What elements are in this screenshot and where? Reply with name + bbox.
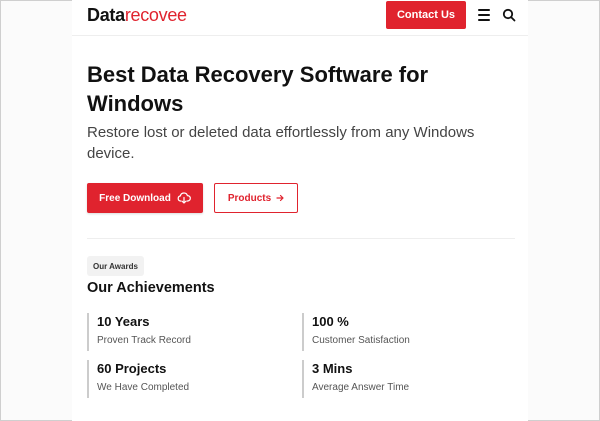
- stat-value: 60 Projects: [97, 361, 167, 376]
- stat-item: 60 Projects We Have Completed: [87, 360, 267, 398]
- stat-item: 100 % Customer Satisfaction: [302, 313, 482, 351]
- achievements-title: Our Achievements: [87, 280, 215, 296]
- page: Datarecovee Contact Us Best Data Recover…: [72, 0, 528, 421]
- stat-label: Customer Satisfaction: [312, 335, 410, 346]
- stat-value: 100 %: [312, 314, 349, 329]
- hamburger-menu-icon[interactable]: [478, 9, 490, 21]
- stat-item: 10 Years Proven Track Record: [87, 313, 267, 351]
- stat-label: Average Answer Time: [312, 382, 410, 393]
- site-header: Datarecovee Contact Us: [72, 0, 528, 36]
- stat-label: Proven Track Record: [97, 335, 191, 346]
- site-logo[interactable]: Datarecovee: [87, 5, 187, 26]
- cloud-download-icon: [177, 192, 191, 204]
- awards-badge: Our Awards: [87, 256, 144, 276]
- logo-text-recovee: recovee: [124, 5, 187, 25]
- stat-value: 3 Mins: [312, 361, 353, 376]
- hero-subtitle: Restore lost or deleted data effortlessl…: [87, 124, 475, 162]
- contact-us-button[interactable]: Contact Us: [386, 1, 466, 29]
- logo-text-data: Data: [87, 5, 125, 25]
- page-title: Best Data Recovery Software for Windows: [87, 62, 429, 116]
- search-icon[interactable]: [502, 8, 516, 22]
- stat-label: We Have Completed: [97, 382, 190, 393]
- free-download-label: Free Download: [99, 192, 171, 204]
- stat-value: 10 Years: [97, 314, 150, 329]
- arrow-right-icon: [276, 194, 284, 202]
- products-label: Products: [227, 192, 272, 204]
- products-button[interactable]: Products: [214, 183, 298, 213]
- section-divider: [87, 238, 515, 239]
- stat-item: 3 Mins Average Answer Time: [302, 360, 482, 398]
- free-download-button[interactable]: Free Download: [87, 183, 203, 213]
